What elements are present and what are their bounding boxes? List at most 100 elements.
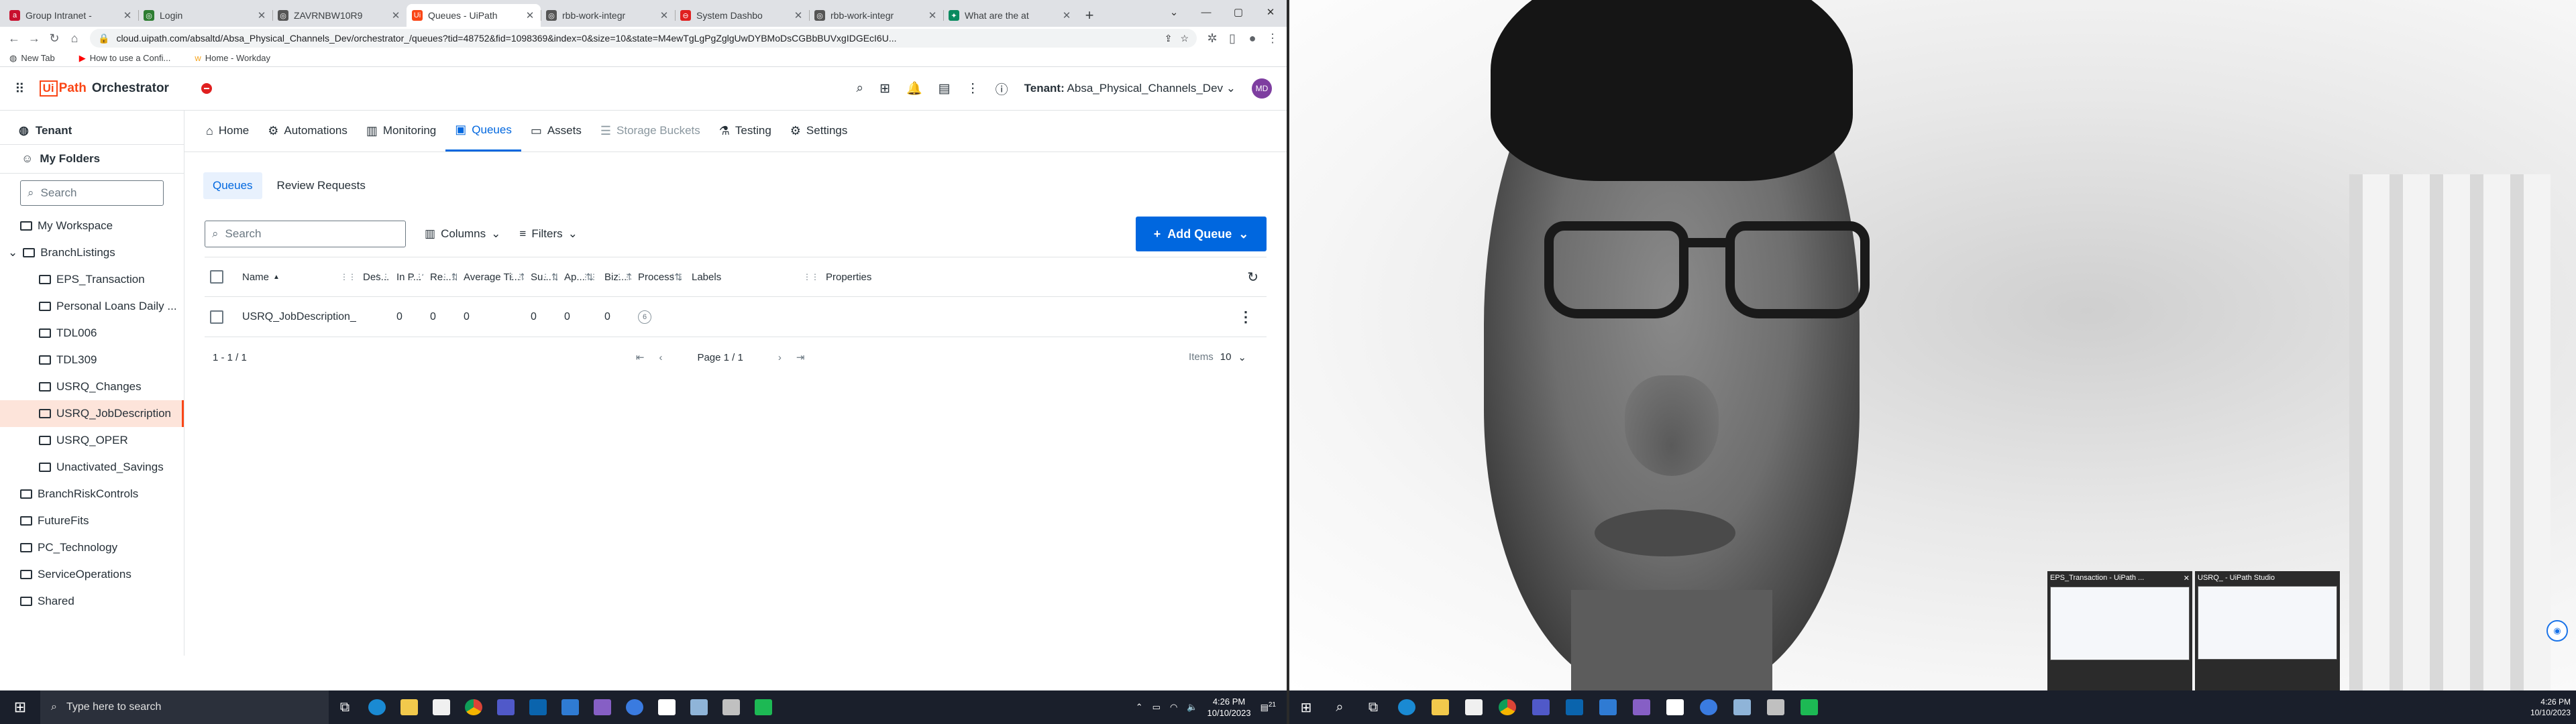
tab-home[interactable]: ⌂ Home [197, 110, 258, 152]
folder-item[interactable]: Personal Loans Daily ... [0, 293, 184, 320]
chevron-up-icon[interactable]: ⌃ [1136, 702, 1143, 713]
browser-tab[interactable]: ⊖ System Dashbo ✕ [675, 4, 809, 27]
outlook-icon[interactable] [522, 690, 554, 724]
column-header[interactable]: Des...⇅⋮⋮ [356, 272, 390, 283]
folder-item[interactable]: ServiceOperations [0, 561, 184, 588]
browser-tab[interactable]: a Group Intranet - ✕ [4, 4, 138, 27]
tenant-picker[interactable]: Tenant: Absa_Physical_Channels_Dev ⌄ [1024, 82, 1236, 95]
sort-asc-icon[interactable]: ▲ [273, 274, 280, 281]
uipath-logo[interactable]: Ui Path Orchestrator [39, 80, 169, 97]
battery-icon[interactable]: ▭ [1152, 702, 1161, 713]
tab-monitoring[interactable]: ▥ Monitoring [357, 110, 445, 152]
chevron-down-icon[interactable]: ⌄ [8, 246, 17, 259]
chat-bubble-icon[interactable]: ◉ [2546, 620, 2568, 642]
browser-tab[interactable]: Ui Queues - UiPath ✕ [407, 4, 541, 27]
folder-item[interactable]: USRQ_OPER [0, 427, 184, 454]
table-row[interactable]: USRQ_JobDescription_... 0 0 0 0 0 0 6 ⋮ [205, 297, 1267, 337]
task-view-icon[interactable]: ⧉ [1356, 690, 1390, 724]
document-icon[interactable] [1658, 690, 1692, 724]
menu-icon[interactable]: ⋮ [1263, 28, 1283, 48]
outlook-icon[interactable] [1558, 690, 1591, 724]
items-per-page[interactable]: Items 10 ⌄ [1189, 351, 1246, 363]
file-explorer-icon[interactable] [393, 690, 425, 724]
visual-studio-icon[interactable] [1625, 690, 1658, 724]
subtab-queues[interactable]: Queues [203, 172, 262, 199]
reload-icon[interactable]: ↻ [44, 28, 64, 48]
app-launcher-icon[interactable]: ⠿ [15, 80, 25, 97]
share-icon[interactable]: ⇪ [1165, 33, 1173, 44]
minimize-icon[interactable]: — [1190, 0, 1222, 24]
folder-item[interactable]: Unactivated_Savings [0, 454, 184, 481]
browser-tab[interactable]: ◎ rbb-work-integr ✕ [541, 4, 675, 27]
notes-icon[interactable] [1725, 690, 1759, 724]
sidepanel-icon[interactable]: ▯ [1222, 28, 1242, 48]
close-icon[interactable]: ✕ [525, 9, 535, 21]
column-resize-handle[interactable]: ⋮⋮ [407, 272, 423, 282]
url-input[interactable]: 🔒 cloud.uipath.com/absaltd/Absa_Physical… [90, 29, 1197, 48]
taskbar-clock[interactable]: 4:26 PM 10/10/2023 [1208, 696, 1251, 719]
edge-icon[interactable] [361, 690, 393, 724]
folder-item[interactable]: USRQ_JobDescription [0, 400, 184, 427]
remote-desktop-icon[interactable] [554, 690, 586, 724]
home-icon[interactable]: ⌂ [64, 28, 85, 48]
column-header[interactable]: Biz... ⇅ ⋮⋮ [598, 272, 631, 283]
preview-usrq-studio[interactable]: USRQ_ - UiPath Studio [2195, 571, 2340, 690]
close-icon[interactable]: ✕ [1061, 9, 1072, 21]
sidebar-my-folders[interactable]: ☺ My Folders [0, 144, 184, 174]
chrome-icon[interactable] [1491, 690, 1524, 724]
teams-icon[interactable] [490, 690, 522, 724]
calendar-icon[interactable] [425, 690, 458, 724]
network-icon[interactable]: ◠ [1170, 702, 1177, 713]
column-header[interactable]: Properties [819, 272, 940, 283]
column-resize-handle[interactable]: ⋮⋮ [441, 272, 457, 282]
browser-tab[interactable]: ✦ What are the at ✕ [943, 4, 1077, 27]
tab-automations[interactable]: ⚙ Automations [258, 110, 357, 152]
folder-item[interactable]: FutureFits [0, 507, 184, 534]
extensions-icon[interactable]: ✲ [1202, 28, 1222, 48]
folder-item[interactable]: My Workspace [0, 213, 184, 239]
column-resize-handle[interactable]: ⋮⋮ [374, 272, 390, 282]
star-icon[interactable]: ☆ [1180, 33, 1189, 44]
close-icon[interactable]: ✕ [122, 9, 133, 21]
column-resize-handle[interactable]: ⋮⋮ [340, 272, 356, 282]
close-icon[interactable]: ✕ [2184, 574, 2190, 583]
folder-item[interactable]: EPS_Transaction [0, 266, 184, 293]
folder-item[interactable]: USRQ_Changes [0, 373, 184, 400]
browser-tab[interactable]: ◎ ZAVRNBW10R9 ✕ [272, 4, 407, 27]
close-icon[interactable]: ✕ [793, 9, 804, 21]
file-explorer-icon[interactable] [1424, 690, 1457, 724]
notes-icon[interactable] [683, 690, 715, 724]
first-page-icon[interactable]: ⇤ [636, 351, 645, 363]
tab-storage-buckets[interactable]: ☰ Storage Buckets [591, 110, 710, 152]
close-icon[interactable]: ✕ [927, 9, 938, 21]
document-icon[interactable]: ▤ [938, 81, 951, 97]
add-queue-button[interactable]: + Add Queue ⌄ [1136, 217, 1267, 251]
forward-icon[interactable]: → [24, 28, 44, 48]
close-icon[interactable]: ✕ [256, 9, 267, 21]
bookmark-new-tab[interactable]: ◍ New Tab [9, 53, 67, 64]
folder-item[interactable]: TDL006 [0, 320, 184, 347]
app-icon[interactable] [715, 690, 747, 724]
tab-assets[interactable]: ▭ Assets [521, 110, 591, 152]
column-header[interactable]: Re... ⇅ ⋮⋮ [423, 272, 457, 283]
chrome-icon[interactable] [458, 690, 490, 724]
process-badge[interactable]: 6 [638, 310, 651, 324]
sidebar-tenant[interactable]: ◍ Tenant [0, 117, 184, 144]
folder-item[interactable]: TDL309 [0, 347, 184, 373]
close-icon[interactable]: ✕ [659, 9, 669, 21]
select-all-checkbox[interactable] [210, 270, 223, 284]
column-resize-handle[interactable]: ⋮⋮ [615, 272, 631, 282]
row-checkbox[interactable] [210, 310, 223, 324]
uipath-studio-icon[interactable] [1792, 690, 1826, 724]
subtab-review-requests[interactable]: Review Requests [268, 172, 375, 199]
folder-item[interactable]: BranchRiskControls [0, 481, 184, 507]
document-icon[interactable] [651, 690, 683, 724]
tab-testing[interactable]: ⚗ Testing [710, 110, 781, 152]
queue-search-input[interactable]: ⌕ Search [205, 221, 406, 247]
column-resize-handle[interactable]: ⋮⋮ [541, 272, 557, 282]
folder-item[interactable]: ⌄ BranchListings [0, 239, 184, 266]
column-header[interactable]: In P...⇅⋮⋮ [390, 272, 423, 283]
profile-icon[interactable]: ● [1242, 28, 1263, 48]
bookmark-youtube[interactable]: ▶ How to use a Confi... [79, 53, 183, 64]
filters-button[interactable]: ≡ Filters ⌄ [519, 227, 577, 241]
